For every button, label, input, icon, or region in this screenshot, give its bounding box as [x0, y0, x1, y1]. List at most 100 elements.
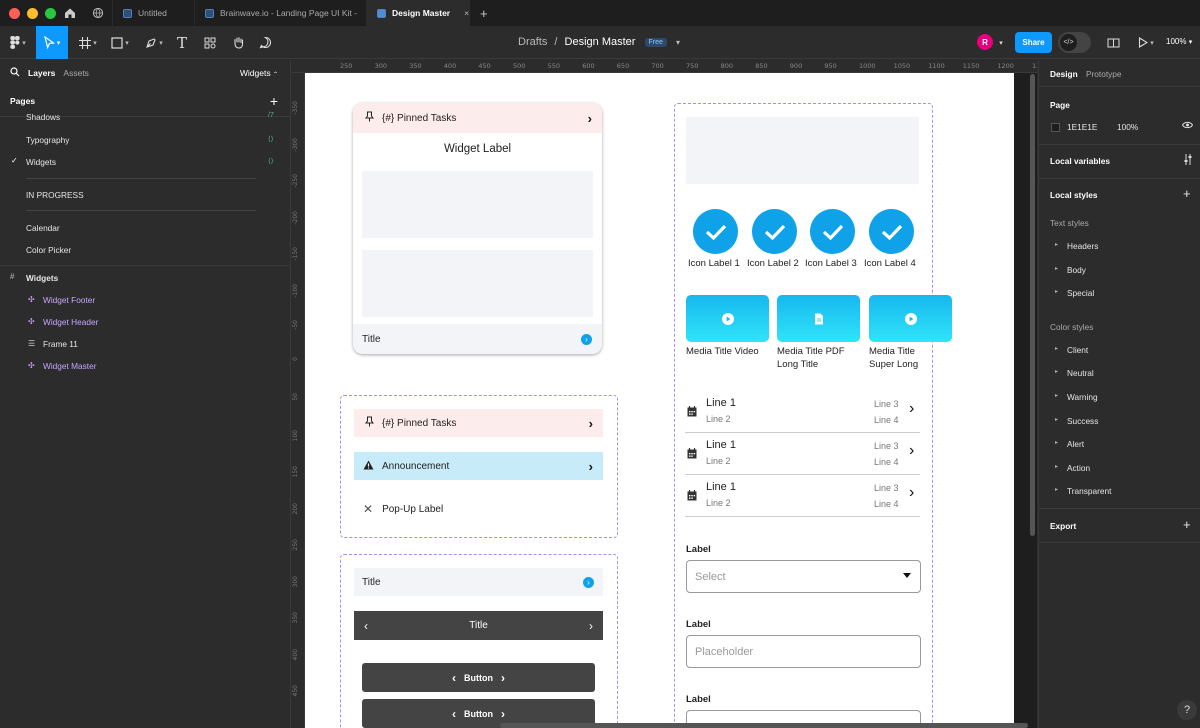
caret-right-icon[interactable]: ▸ — [1055, 463, 1058, 470]
close-window-button[interactable] — [9, 7, 20, 19]
media-tile-3[interactable] — [869, 295, 952, 342]
tab-brainwave[interactable]: Brainwave.io - Landing Page UI Kit - — [194, 0, 366, 26]
widget-footer[interactable]: Title › — [353, 324, 602, 354]
chevron-left-icon[interactable]: ‹ — [364, 619, 368, 633]
caret-right-icon[interactable]: ▸ — [1055, 392, 1058, 399]
title-bar-dark[interactable]: ‹ Title › — [354, 611, 603, 640]
add-style-icon[interactable]: + — [1183, 186, 1191, 201]
page-item-typography[interactable]: Typography — [26, 135, 69, 145]
horizontal-scrollbar[interactable] — [500, 723, 1028, 728]
close-icon[interactable]: ✕ — [363, 502, 373, 516]
pinned-tasks-header[interactable]: {#} Pinned Tasks › — [353, 103, 602, 133]
tab-layers[interactable]: Layers — [28, 68, 55, 78]
file-menu-chevron-icon[interactable]: ▾ — [676, 38, 680, 47]
popup-banner[interactable]: ✕ Pop-Up Label — [354, 495, 603, 523]
pen-tool-button[interactable]: ▾ — [140, 26, 168, 59]
check-circle-icon[interactable] — [810, 209, 855, 254]
variables-settings-icon[interactable] — [1183, 154, 1193, 167]
chevron-right-circle-icon[interactable]: › — [583, 576, 594, 588]
check-circle-icon[interactable] — [693, 209, 738, 254]
vertical-scrollbar[interactable] — [1030, 74, 1035, 536]
page-color-swatch[interactable] — [1051, 123, 1060, 132]
library-button[interactable] — [1102, 26, 1124, 59]
color-style-transparent[interactable]: Transparent — [1067, 486, 1111, 496]
page-item-calendar[interactable]: Calendar — [26, 223, 60, 233]
hand-tool-button[interactable] — [228, 26, 248, 59]
avatar-menu-chevron-icon[interactable]: ▾ — [996, 26, 1006, 59]
text-input[interactable]: Placeholder — [686, 635, 921, 668]
new-tab-button[interactable]: + — [470, 6, 498, 21]
layer-widgets[interactable]: Widgets — [26, 273, 58, 283]
tab-design[interactable]: Design — [1050, 69, 1078, 79]
layer-widget-header[interactable]: Widget Header — [43, 317, 98, 327]
file-name[interactable]: Design Master — [565, 36, 636, 48]
text-tool-icon[interactable]: T — [172, 26, 192, 59]
widget-card[interactable]: {#} Pinned Tasks › Widget Label Title › — [353, 103, 602, 354]
chevron-right-circle-icon[interactable]: › — [581, 333, 592, 345]
announcement-banner[interactable]: Announcement › — [354, 452, 603, 480]
search-icon[interactable] — [10, 67, 20, 79]
color-style-alert[interactable]: Alert — [1067, 439, 1084, 449]
main-menu-button[interactable]: ▾ — [4, 26, 32, 59]
canvas[interactable]: 250 300 350 400 450 500 550 600 650 700 750 800 850 9… — [292, 60, 1037, 728]
layer-frame-11[interactable]: Frame 11 — [43, 339, 78, 349]
zoom-level[interactable]: 100% ▾ — [1166, 37, 1192, 46]
media-tile-video[interactable] — [686, 295, 769, 342]
caret-right-icon[interactable]: ▸ — [1055, 486, 1058, 493]
resources-tool-button[interactable] — [200, 26, 220, 59]
caret-right-icon[interactable]: ▸ — [1055, 416, 1058, 423]
tab-prototype[interactable]: Prototype — [1086, 69, 1122, 79]
text-style-special[interactable]: Special — [1067, 288, 1094, 298]
add-export-icon[interactable]: + — [1183, 517, 1191, 532]
color-style-success[interactable]: Success — [1067, 416, 1098, 426]
page-color-hex[interactable]: 1E1E1E — [1067, 122, 1097, 132]
share-button[interactable]: Share — [1015, 32, 1052, 53]
caret-right-icon[interactable]: ▸ — [1055, 439, 1058, 446]
home-icon[interactable] — [56, 0, 84, 26]
current-page-selector[interactable]: Widgets ⌃ — [240, 68, 278, 78]
page-opacity[interactable]: 100% — [1117, 122, 1138, 132]
eye-icon[interactable] — [1181, 121, 1194, 131]
chevron-right-icon[interactable]: › — [589, 619, 593, 633]
close-tab-icon[interactable]: × — [464, 8, 469, 18]
button-with-arrows[interactable]: ‹ Button › — [362, 663, 595, 692]
caret-right-icon[interactable]: ▸ — [1055, 265, 1058, 272]
move-tool-button[interactable]: ▾ — [36, 26, 68, 59]
maximize-window-button[interactable] — [45, 7, 56, 19]
tab-design-master[interactable]: Design Master × — [366, 0, 470, 26]
tab-assets[interactable]: Assets — [63, 68, 89, 78]
caret-right-icon[interactable]: ▸ — [1055, 241, 1058, 248]
tab-untitled[interactable]: Untitled — [112, 0, 194, 26]
avatar[interactable]: R — [977, 34, 993, 50]
text-style-body[interactable]: Body — [1067, 265, 1086, 275]
color-style-warning[interactable]: Warning — [1067, 392, 1098, 402]
local-variables[interactable]: Local variables — [1050, 156, 1110, 166]
page-item-shadows[interactable]: Shadows — [26, 112, 60, 122]
title-bar-light[interactable]: Title › — [354, 568, 603, 596]
color-style-action[interactable]: Action — [1067, 463, 1090, 473]
check-circle-icon[interactable] — [752, 209, 797, 254]
page-item-widgets[interactable]: Widgets — [26, 157, 56, 167]
media-tile-pdf[interactable] — [777, 295, 860, 342]
check-circle-icon[interactable] — [869, 209, 914, 254]
breadcrumb-drafts[interactable]: Drafts — [518, 36, 547, 48]
dev-mode-toggle[interactable]: </> — [1058, 32, 1091, 53]
text-style-headers[interactable]: Headers — [1067, 241, 1098, 251]
caret-right-icon[interactable]: ▸ — [1055, 288, 1058, 295]
present-button[interactable]: ▾ — [1132, 26, 1160, 59]
color-style-neutral[interactable]: Neutral — [1067, 368, 1094, 378]
list-item[interactable]: Line 1 Line 2 Line 3 Line 4 › — [685, 475, 920, 517]
caret-right-icon[interactable]: ▸ — [1055, 345, 1058, 352]
globe-icon[interactable] — [84, 0, 112, 26]
minimize-window-button[interactable] — [27, 7, 38, 19]
page-item-in-progress[interactable]: IN PROGRESS — [26, 190, 84, 200]
page-item-color-picker[interactable]: Color Picker — [26, 245, 71, 255]
list-item[interactable]: Line 1 Line 2 Line 3 Line 4 › — [685, 391, 920, 433]
comment-tool-button[interactable] — [256, 26, 274, 59]
add-page-icon[interactable]: + — [270, 93, 278, 109]
layer-widget-master[interactable]: Widget Master — [43, 361, 96, 371]
frame-tool-button[interactable]: ▾ — [74, 26, 102, 59]
help-button[interactable]: ? — [1177, 700, 1197, 720]
list-item[interactable]: Line 1 Line 2 Line 3 Line 4 › — [685, 433, 920, 475]
caret-right-icon[interactable]: ▸ — [1055, 368, 1058, 375]
